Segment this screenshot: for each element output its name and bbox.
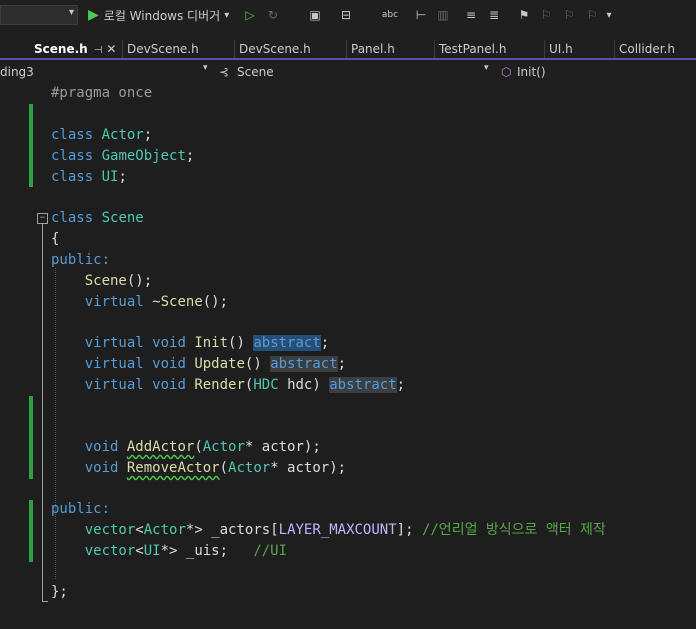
tab-label: Collider.h	[619, 42, 675, 56]
folder-icon[interactable]: ▣	[306, 6, 324, 24]
tab-devscene-h[interactable]: DevScene.h	[122, 40, 232, 60]
code-line: virtual void Render(HDC hdc) abstract;	[84, 377, 406, 393]
code-line: class Actor;	[51, 127, 153, 143]
code-line: void AddActor(Actor* actor);	[84, 439, 321, 455]
clear-bookmarks-icon[interactable]: ⚐	[583, 6, 601, 24]
member-dropdown[interactable]: Init()	[517, 62, 546, 82]
tab-label: DevScene.h	[239, 42, 311, 56]
tab-underline	[0, 58, 696, 60]
code-line: #pragma once	[51, 85, 153, 101]
tab-testpanel-h[interactable]: TestPanel.h	[434, 40, 542, 60]
code-line: class UI;	[51, 169, 127, 185]
next-bookmark-icon[interactable]: ⚐	[560, 6, 578, 24]
method-icon: ⬡	[501, 65, 512, 79]
chevron-down-icon: ▾	[68, 7, 74, 18]
layout-icon[interactable]: ⊟	[337, 6, 355, 24]
fold-line	[42, 224, 43, 601]
start-debugger-button[interactable]: ▶ 로컬 Windows 디버거 ▾	[88, 4, 229, 26]
tab-label: DevScene.h	[127, 42, 199, 56]
chevron-down-icon: ▾	[224, 9, 230, 21]
toolbar: ▾ ▶ 로컬 Windows 디버거 ▾ ▷ ↻ ▣ ⊟ abc ⊢ ▥ ≡ ≣…	[0, 0, 696, 32]
tab-label: TestPanel.h	[439, 42, 507, 56]
config-dropdown[interactable]: ▾	[0, 5, 78, 25]
spell-check-icon[interactable]: abc	[381, 6, 399, 24]
fold-end	[42, 601, 48, 602]
code-line: virtual ~Scene();	[84, 294, 229, 310]
selected-abstract: abstract	[253, 335, 321, 351]
column-icon[interactable]: ▥	[434, 6, 452, 24]
start-without-debugging-icon[interactable]: ▷	[241, 6, 259, 24]
scope-dropdown[interactable]: Scene	[237, 62, 274, 82]
outdent-icon[interactable]: ≣	[485, 6, 503, 24]
code-line: void RemoveActor(Actor* actor);	[84, 460, 347, 476]
code-line: class Scene	[51, 210, 144, 226]
tab-label: Scene.h	[34, 42, 88, 56]
indent-icon[interactable]: ≡	[462, 6, 480, 24]
code-line: Scene();	[84, 273, 153, 289]
tab-collider-h[interactable]: Collider.h	[614, 40, 696, 60]
tab-devscene-h-2[interactable]: DevScene.h	[234, 40, 344, 60]
code-line: {	[51, 231, 60, 247]
bookmark-icon[interactable]: ⚑	[515, 6, 533, 24]
chevron-down-icon[interactable]: ▾	[203, 63, 208, 73]
code-line: class GameObject;	[51, 148, 195, 164]
tab-ui-h[interactable]: UI.h	[544, 40, 612, 60]
code-line: vector<Actor*> _actors[LAYER_MAXCOUNT]; …	[84, 522, 606, 538]
code-editor[interactable]: − #pragma once class Actor; class GameOb…	[0, 83, 696, 629]
overflow-icon[interactable]: ▾	[600, 6, 618, 24]
close-icon[interactable]: ✕	[106, 42, 116, 56]
tab-bar: Scene.h ⊣ ✕ DevScene.h DevScene.h Panel.h …	[0, 40, 696, 60]
tab-label: Panel.h	[351, 42, 395, 56]
prev-bookmark-icon[interactable]: ⚐	[537, 6, 555, 24]
change-bar	[29, 396, 33, 479]
code-line: vector<UI*> _uis; //UI	[84, 543, 288, 559]
code-line: virtual void Update() abstract;	[84, 356, 347, 372]
collapse-icon[interactable]: −	[37, 213, 48, 224]
step-icon[interactable]: ⊢	[412, 6, 430, 24]
hot-reload-icon[interactable]: ↻	[264, 6, 282, 24]
chevron-down-icon[interactable]: ▾	[484, 63, 489, 73]
code-line: virtual void Init() abstract;	[84, 335, 330, 351]
tab-panel-h[interactable]: Panel.h	[346, 40, 432, 60]
navigation-bar: ding3 ▾ ⊰ Scene ▾ ⬡ Init()	[0, 62, 696, 82]
change-bar	[29, 500, 33, 562]
pin-icon[interactable]: ⊣	[94, 45, 103, 56]
code-line: public:	[51, 252, 111, 268]
code-line: public:	[51, 501, 111, 517]
tab-label: UI.h	[549, 42, 573, 56]
change-bar	[29, 104, 33, 187]
tab-scene-h[interactable]: Scene.h ⊣ ✕	[30, 40, 120, 60]
scope-icon: ⊰	[219, 65, 230, 79]
code-line: };	[51, 584, 68, 600]
debugger-label: 로컬 Windows 디버거	[103, 8, 221, 23]
project-dropdown[interactable]: ding3	[0, 62, 34, 82]
play-icon: ▶	[88, 7, 99, 23]
